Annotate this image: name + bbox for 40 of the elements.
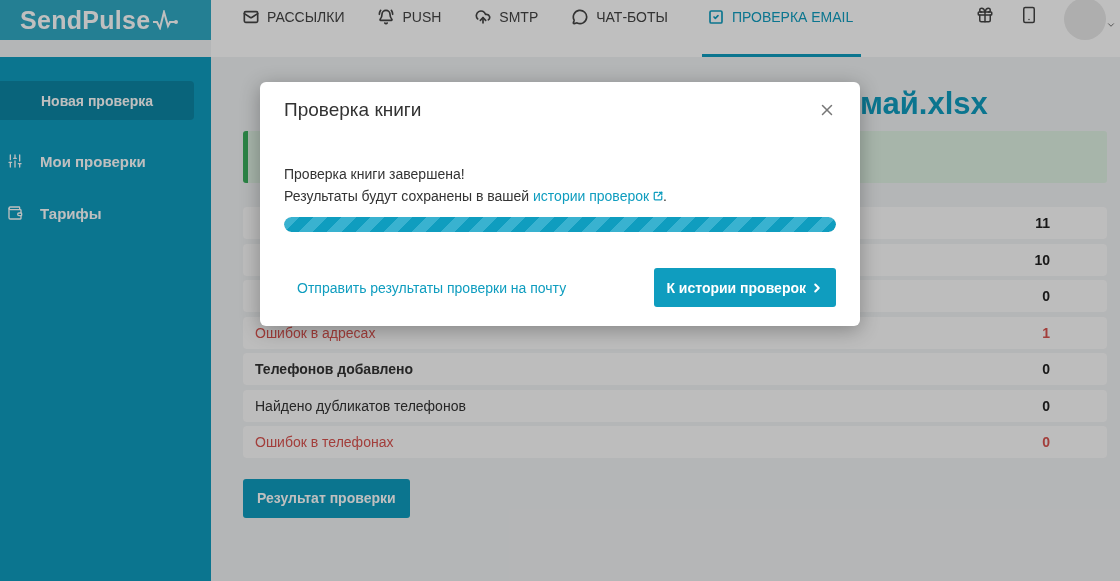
pulse-icon <box>152 10 179 30</box>
nav-tab[interactable]: ПРОВЕРКА EMAIL <box>701 0 862 57</box>
nav-tab[interactable]: ЧАТ-БОТЫ <box>572 0 668 57</box>
history-button[interactable]: К истории проверок <box>654 268 836 307</box>
stat-value: 0 <box>1042 288 1050 304</box>
stat-label: Найдено дубликатов телефонов <box>255 397 466 414</box>
stat-value: 0 <box>1042 361 1050 377</box>
stat-label: Ошибок в телефонах <box>255 434 394 450</box>
new-check-button[interactable]: Новая проверка <box>0 81 194 120</box>
sidebar-item[interactable]: Мои проверки <box>40 152 146 170</box>
dialog-title: Проверка книги <box>284 99 422 121</box>
dialog-message: Проверка книги завершена! <box>284 165 466 184</box>
history-link[interactable]: истории проверок <box>533 188 664 204</box>
brand-logo: SendPulse <box>0 0 211 40</box>
stat-value: 0 <box>1042 434 1050 450</box>
external-link-icon[interactable] <box>653 191 664 201</box>
stat-value: 0 <box>1042 397 1050 414</box>
phone-icon[interactable] <box>1020 6 1038 24</box>
envelope-icon <box>243 9 259 25</box>
stat-label: Телефонов добавлено <box>255 361 414 377</box>
nav-tab[interactable]: РАССЫЛКИ <box>243 0 345 57</box>
stat-value: 10 <box>1034 251 1050 268</box>
speech-bubble-icon <box>572 9 589 25</box>
caret-icon[interactable] <box>1106 20 1116 30</box>
stat-value: 1 <box>1042 324 1050 341</box>
wallet-icon <box>7 205 23 221</box>
sidebar-item[interactable]: Тарифы <box>40 204 102 222</box>
sliders-icon <box>7 153 23 169</box>
nav-tab[interactable]: PUSH <box>378 0 442 57</box>
page-title: май.xlsx <box>860 86 989 122</box>
stat-value: 11 <box>1035 215 1050 231</box>
bell-icon <box>378 9 395 25</box>
dialog-note: Результаты будут сохранены в вашей истории проверок . <box>284 187 668 206</box>
stat-label: Ошибок в адресах <box>255 324 376 341</box>
checkbox-icon <box>707 9 724 25</box>
send-email-link[interactable]: Отправить результаты проверки на почту <box>297 279 567 296</box>
gift-icon[interactable] <box>976 6 994 24</box>
nav-tab[interactable]: SMTP <box>475 0 539 57</box>
cloud-upload-icon <box>475 9 492 25</box>
result-button[interactable]: Результат проверки <box>243 478 410 518</box>
